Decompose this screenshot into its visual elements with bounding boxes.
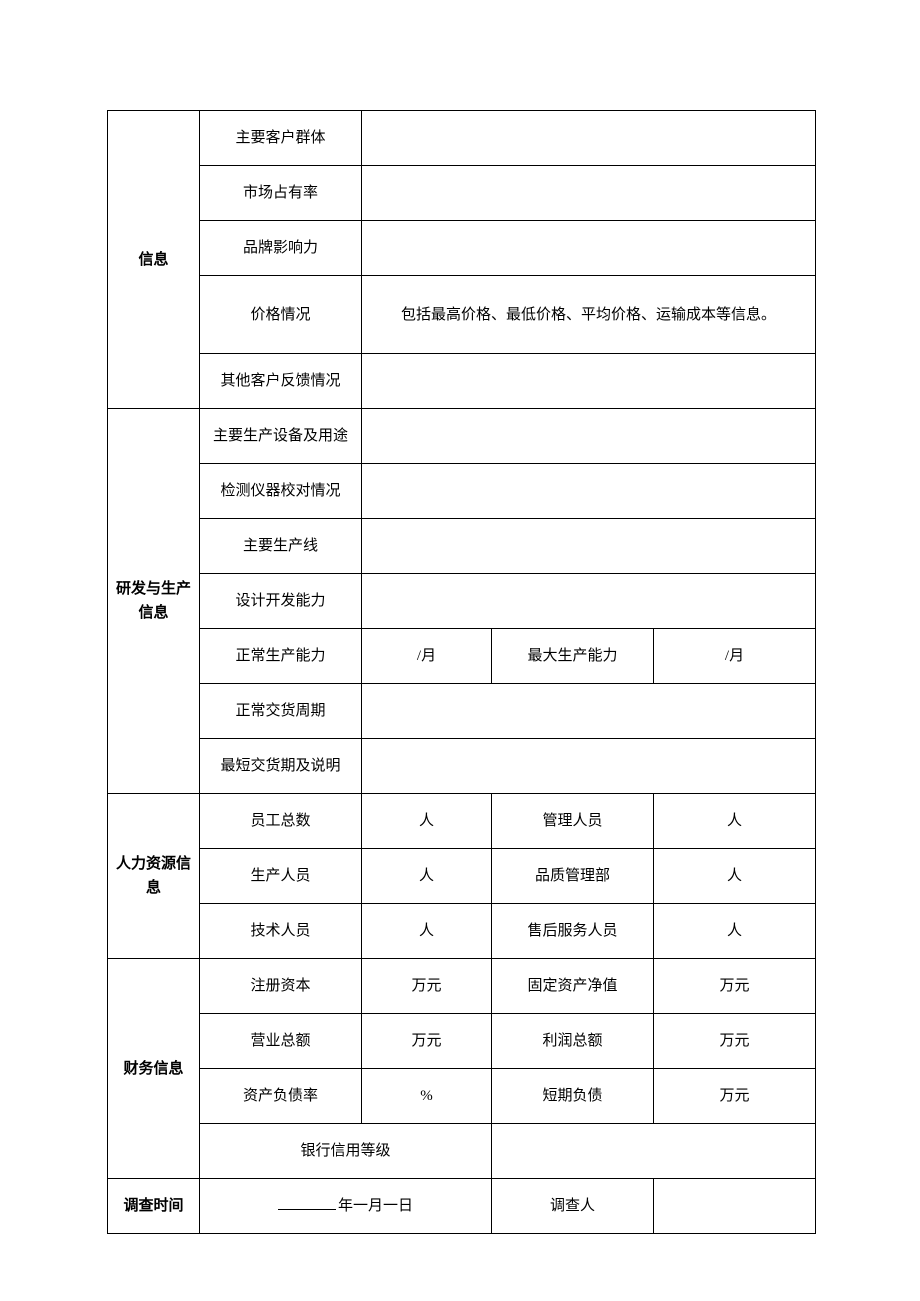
table-row: 主要生产线 <box>108 519 816 574</box>
value-hr-prod-unit: 人 <box>362 849 492 904</box>
value-fin-reg-capital-unit: 万元 <box>362 959 492 1014</box>
value-lines <box>362 519 816 574</box>
value-inspection <box>362 464 816 519</box>
section-rnd-header: 研发与生产信息 <box>108 409 200 794</box>
value-other-feedback <box>362 354 816 409</box>
value-normal-capacity-unit: /月 <box>362 629 492 684</box>
document-page: 信息 主要客户群体 市场占有率 品牌影响力 价格情况 包括最高价格、最低价格、平… <box>0 0 920 1301</box>
label-market-share: 市场占有率 <box>200 166 362 221</box>
value-fin-short-debt-unit: 万元 <box>654 1069 816 1124</box>
table-row: 设计开发能力 <box>108 574 816 629</box>
section-info-header: 信息 <box>108 111 200 409</box>
table-row: 生产人员 人 品质管理部 人 <box>108 849 816 904</box>
label-lines: 主要生产线 <box>200 519 362 574</box>
label-hr-qc: 品质管理部 <box>492 849 654 904</box>
table-row: 其他客户反馈情况 <box>108 354 816 409</box>
label-fin-profit: 利润总额 <box>492 1014 654 1069</box>
label-inspection: 检测仪器校对情况 <box>200 464 362 519</box>
value-hr-after-unit: 人 <box>654 904 816 959</box>
value-hr-qc-unit: 人 <box>654 849 816 904</box>
value-brand-influence <box>362 221 816 276</box>
table-row: 财务信息 注册资本 万元 固定资产净值 万元 <box>108 959 816 1014</box>
value-fin-fixed-assets-unit: 万元 <box>654 959 816 1014</box>
label-surveyor: 调查人 <box>492 1179 654 1234</box>
label-main-customers: 主要客户群体 <box>200 111 362 166</box>
table-row: 资产负债率 % 短期负债 万元 <box>108 1069 816 1124</box>
survey-year-blank <box>278 1194 336 1210</box>
value-surveyor <box>654 1179 816 1234</box>
value-max-capacity-unit: /月 <box>654 629 816 684</box>
value-fin-profit-unit: 万元 <box>654 1014 816 1069</box>
label-fin-debt-ratio: 资产负债率 <box>200 1069 362 1124</box>
label-hr-total: 员工总数 <box>200 794 362 849</box>
table-row: 银行信用等级 <box>108 1124 816 1179</box>
value-fin-bank-rating <box>492 1124 816 1179</box>
label-hr-mgmt: 管理人员 <box>492 794 654 849</box>
value-fin-debt-ratio-unit: % <box>362 1069 492 1124</box>
section-hr-header: 人力资源信息 <box>108 794 200 959</box>
value-price-status: 包括最高价格、最低价格、平均价格、运输成本等信息。 <box>362 276 816 354</box>
table-row: 正常生产能力 /月 最大生产能力 /月 <box>108 629 816 684</box>
table-row: 检测仪器校对情况 <box>108 464 816 519</box>
label-fin-reg-capital: 注册资本 <box>200 959 362 1014</box>
label-fin-bank-rating: 银行信用等级 <box>200 1124 492 1179</box>
label-lead-time: 正常交货周期 <box>200 684 362 739</box>
label-fin-short-debt: 短期负债 <box>492 1069 654 1124</box>
label-fin-fixed-assets: 固定资产净值 <box>492 959 654 1014</box>
label-shortest-lead: 最短交货期及说明 <box>200 739 362 794</box>
label-other-feedback: 其他客户反馈情况 <box>200 354 362 409</box>
label-survey-time: 调查时间 <box>108 1179 200 1234</box>
label-hr-prod: 生产人员 <box>200 849 362 904</box>
survey-time-text: 年一月一日 <box>338 1198 413 1214</box>
label-hr-tech: 技术人员 <box>200 904 362 959</box>
table-row: 最短交货期及说明 <box>108 739 816 794</box>
supplier-form-table: 信息 主要客户群体 市场占有率 品牌影响力 价格情况 包括最高价格、最低价格、平… <box>107 110 816 1234</box>
table-row: 品牌影响力 <box>108 221 816 276</box>
value-lead-time <box>362 684 816 739</box>
value-hr-mgmt-unit: 人 <box>654 794 816 849</box>
table-row: 营业总额 万元 利润总额 万元 <box>108 1014 816 1069</box>
label-fin-turnover: 营业总额 <box>200 1014 362 1069</box>
value-design <box>362 574 816 629</box>
label-brand-influence: 品牌影响力 <box>200 221 362 276</box>
table-row: 信息 主要客户群体 <box>108 111 816 166</box>
label-price-status: 价格情况 <box>200 276 362 354</box>
label-max-capacity: 最大生产能力 <box>492 629 654 684</box>
table-row: 价格情况 包括最高价格、最低价格、平均价格、运输成本等信息。 <box>108 276 816 354</box>
value-equipment <box>362 409 816 464</box>
table-row: 人力资源信息 员工总数 人 管理人员 人 <box>108 794 816 849</box>
value-survey-time: 年一月一日 <box>200 1179 492 1234</box>
value-hr-tech-unit: 人 <box>362 904 492 959</box>
table-row: 技术人员 人 售后服务人员 人 <box>108 904 816 959</box>
label-equipment: 主要生产设备及用途 <box>200 409 362 464</box>
value-fin-turnover-unit: 万元 <box>362 1014 492 1069</box>
section-fin-header: 财务信息 <box>108 959 200 1179</box>
value-shortest-lead <box>362 739 816 794</box>
label-design: 设计开发能力 <box>200 574 362 629</box>
table-row: 市场占有率 <box>108 166 816 221</box>
value-market-share <box>362 166 816 221</box>
table-row: 研发与生产信息 主要生产设备及用途 <box>108 409 816 464</box>
value-hr-total-unit: 人 <box>362 794 492 849</box>
label-normal-capacity: 正常生产能力 <box>200 629 362 684</box>
label-hr-after: 售后服务人员 <box>492 904 654 959</box>
table-row: 调查时间 年一月一日 调查人 <box>108 1179 816 1234</box>
value-main-customers <box>362 111 816 166</box>
table-row: 正常交货周期 <box>108 684 816 739</box>
